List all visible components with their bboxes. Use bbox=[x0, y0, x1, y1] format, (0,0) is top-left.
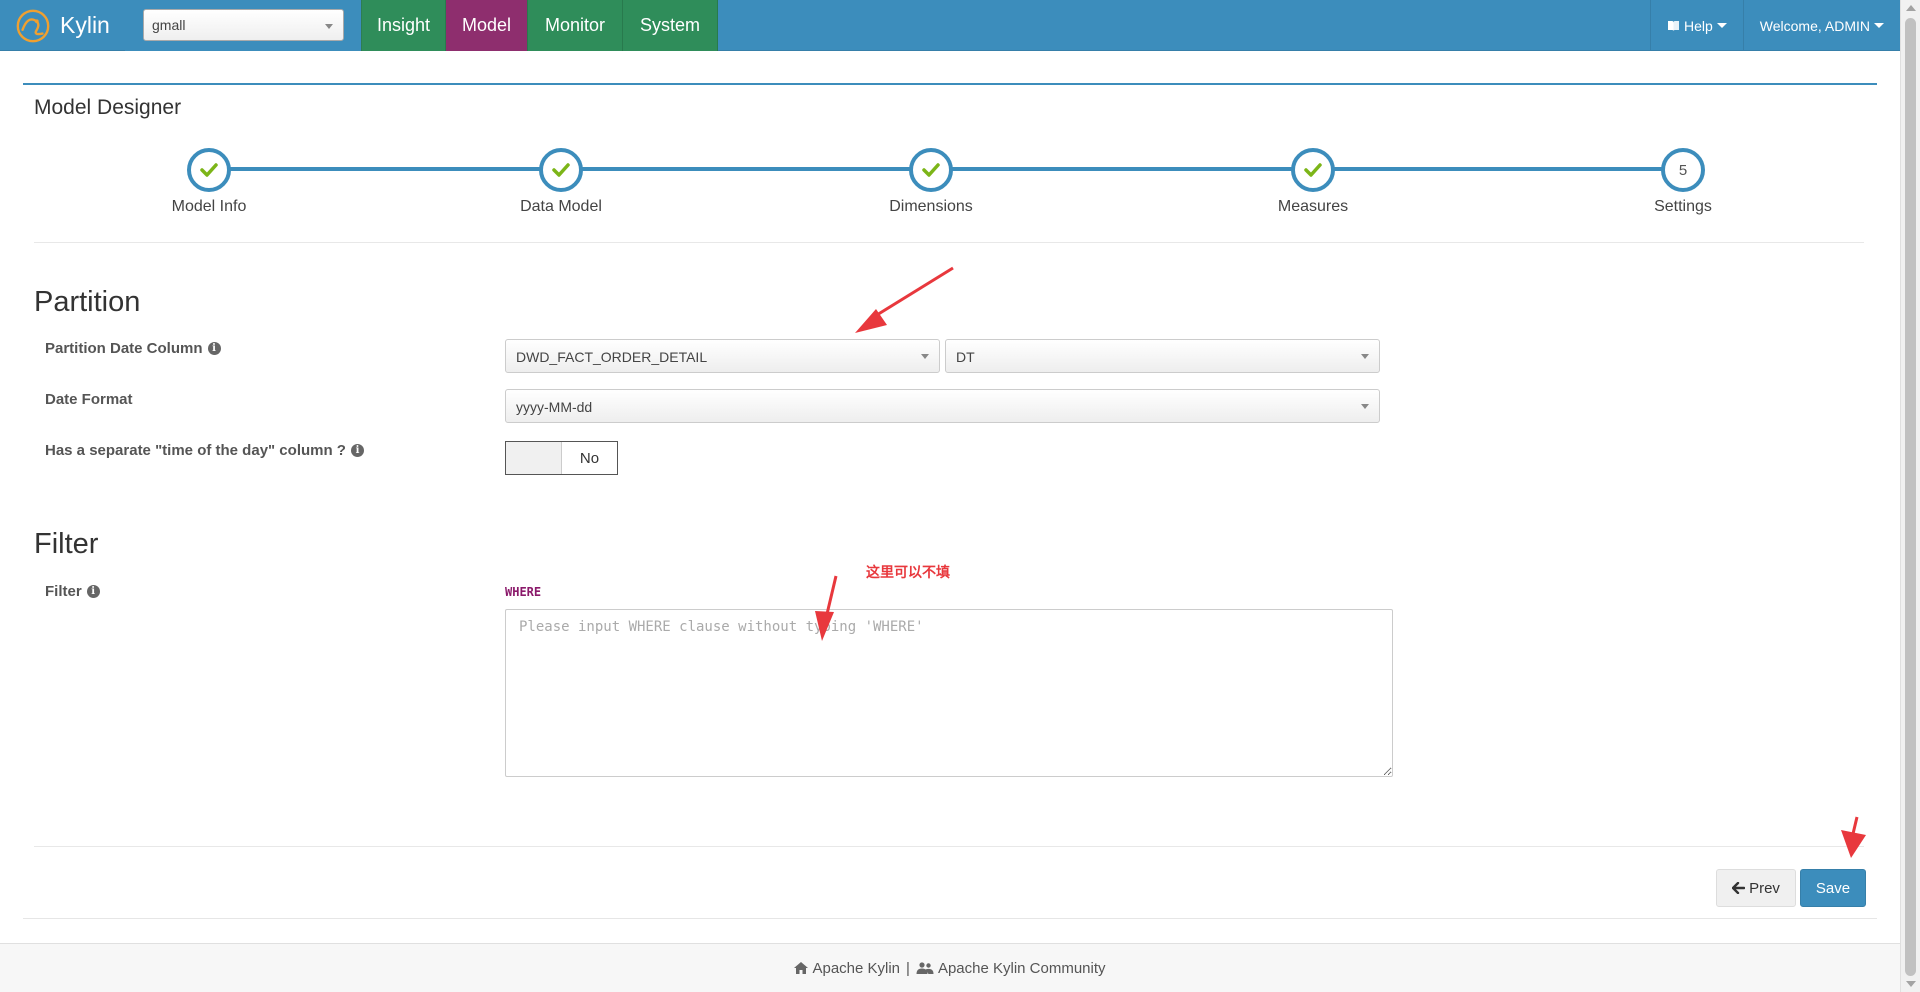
project-selector: gmall bbox=[125, 0, 362, 51]
info-icon[interactable]: i bbox=[207, 342, 221, 355]
tab-monitor[interactable]: Monitor bbox=[528, 0, 623, 51]
partition-heading: Partition bbox=[34, 286, 141, 318]
wizard-step-label: Measures bbox=[1277, 198, 1349, 215]
date-format-value: yyyy-MM-dd bbox=[516, 399, 593, 415]
label-text: Partition Date Column bbox=[45, 340, 203, 357]
footer-link-kylin[interactable]: Apache Kylin bbox=[812, 960, 900, 977]
filter-heading: Filter bbox=[34, 528, 99, 560]
check-icon bbox=[200, 163, 218, 177]
chevron-down-icon bbox=[921, 354, 929, 359]
chevron-down-icon bbox=[1361, 404, 1369, 409]
info-icon[interactable]: i bbox=[86, 585, 100, 598]
save-button[interactable]: Save bbox=[1800, 869, 1866, 907]
filter-textarea[interactable] bbox=[505, 609, 1393, 777]
tab-system[interactable]: System bbox=[623, 0, 718, 51]
date-format-select[interactable]: yyyy-MM-dd bbox=[505, 389, 1380, 423]
help-menu[interactable]: Help bbox=[1649, 0, 1743, 51]
save-label: Save bbox=[1815, 879, 1851, 897]
chevron-down-icon bbox=[1361, 354, 1369, 359]
help-label: Help bbox=[1683, 17, 1713, 34]
filter-label: Filter i bbox=[45, 583, 100, 600]
prev-label: Prev bbox=[1749, 879, 1780, 897]
partition-date-column-label: Partition Date Column i bbox=[45, 340, 221, 357]
wizard-step-label: Settings bbox=[1654, 198, 1712, 215]
toggle-label: No bbox=[579, 449, 600, 467]
partition-column-select[interactable]: DT bbox=[945, 339, 1380, 373]
caret-down-icon bbox=[1716, 23, 1727, 28]
wizard-step-label: Data Model bbox=[520, 198, 602, 215]
step-number: 5 bbox=[1678, 161, 1688, 179]
caret-down-icon bbox=[1874, 23, 1884, 28]
label-text: Date Format bbox=[45, 391, 133, 408]
info-icon[interactable]: i bbox=[350, 444, 364, 457]
wizard-step-label: Model Info bbox=[171, 198, 247, 215]
wizard-step-dimensions[interactable] bbox=[909, 148, 953, 192]
kylin-logo-icon bbox=[16, 9, 50, 42]
toggle-handle bbox=[506, 442, 562, 474]
home-icon bbox=[794, 962, 809, 974]
user-menu[interactable]: Welcome, ADMIN bbox=[1742, 0, 1900, 51]
panel-bottom-border bbox=[23, 918, 1877, 919]
divider bbox=[34, 846, 1864, 847]
time-of-day-label: Has a separate "time of the day" column … bbox=[45, 442, 364, 459]
annotation-note: 这里可以不填 bbox=[866, 564, 950, 580]
top-navbar: Kylin gmall Insight Model Monitor System… bbox=[0, 0, 1900, 51]
check-icon bbox=[922, 163, 940, 177]
page-title: Model Designer bbox=[34, 96, 182, 119]
time-of-day-toggle[interactable]: No bbox=[505, 441, 618, 475]
tab-model[interactable]: Model bbox=[446, 0, 528, 51]
wizard-step-settings[interactable]: 5 bbox=[1661, 148, 1705, 192]
divider bbox=[34, 242, 1864, 243]
scroll-up-icon[interactable] bbox=[1906, 5, 1916, 11]
where-keyword: WHERE bbox=[505, 585, 542, 599]
footer-separator: | bbox=[906, 959, 910, 977]
arrow-left-icon bbox=[1732, 882, 1746, 894]
chevron-down-icon bbox=[325, 24, 333, 29]
footer-link-community[interactable]: Apache Kylin Community bbox=[938, 960, 1106, 977]
wizard-step-model-info[interactable] bbox=[187, 148, 231, 192]
main-nav: Insight Model Monitor System bbox=[362, 0, 718, 51]
wizard-step-data-model[interactable] bbox=[539, 148, 583, 192]
label-text: Filter bbox=[45, 583, 82, 600]
date-format-label: Date Format bbox=[45, 391, 133, 408]
page-footer: Apache Kylin | Apache Kylin Community bbox=[0, 943, 1900, 992]
welcome-label: Welcome, ADMIN bbox=[1759, 17, 1870, 34]
project-select[interactable]: gmall bbox=[143, 9, 344, 41]
partition-table-select[interactable]: DWD_FACT_ORDER_DETAIL bbox=[505, 339, 940, 373]
brand[interactable]: Kylin bbox=[0, 0, 125, 51]
scroll-down-icon[interactable] bbox=[1906, 981, 1916, 987]
partition-table-value: DWD_FACT_ORDER_DETAIL bbox=[516, 349, 708, 365]
label-text: Has a separate "time of the day" column … bbox=[45, 442, 346, 459]
users-icon bbox=[916, 962, 934, 974]
tab-insight[interactable]: Insight bbox=[362, 0, 446, 51]
wizard-step-label: Dimensions bbox=[889, 198, 973, 215]
page-scrollbar[interactable] bbox=[1900, 0, 1920, 992]
scroll-thumb[interactable] bbox=[1905, 18, 1916, 976]
wizard-step-measures[interactable] bbox=[1291, 148, 1335, 192]
prev-button[interactable]: Prev bbox=[1716, 869, 1796, 907]
book-icon bbox=[1667, 20, 1679, 31]
partition-column-value: DT bbox=[956, 349, 975, 365]
project-select-value: gmall bbox=[152, 17, 186, 33]
check-icon bbox=[552, 163, 570, 177]
brand-name: Kylin bbox=[60, 12, 110, 38]
nav-right: Help Welcome, ADMIN bbox=[1649, 0, 1900, 51]
check-icon bbox=[1304, 163, 1322, 177]
